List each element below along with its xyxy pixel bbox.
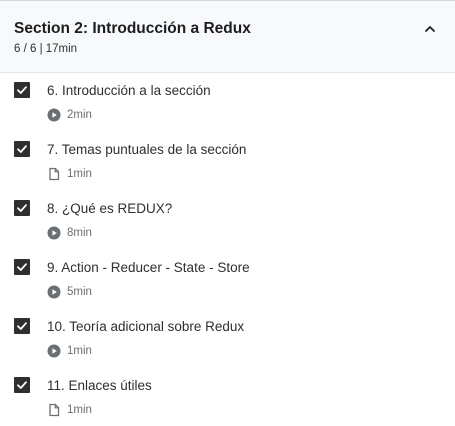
completed-checkbox[interactable] (14, 200, 30, 216)
document-icon (49, 167, 60, 181)
completed-checkbox[interactable] (14, 141, 30, 157)
checkmark-icon (17, 204, 27, 212)
play-circle-icon (47, 226, 61, 240)
section-title: Section 2: Introducción a Redux (14, 20, 251, 37)
lecture-meta: 1min (47, 167, 92, 181)
completed-checkbox[interactable] (14, 259, 30, 275)
lecture-meta: 5min (47, 285, 92, 299)
lecture-meta: 2min (47, 108, 92, 122)
lecture-meta: 8min (47, 226, 92, 240)
lecture-meta: 1min (47, 344, 92, 358)
completed-checkbox[interactable] (14, 82, 30, 98)
checkmark-icon (17, 322, 27, 330)
completed-checkbox[interactable] (14, 377, 30, 393)
lecture-duration: 1min (67, 345, 92, 357)
checkmark-icon (17, 145, 27, 153)
lecture-duration: 1min (67, 404, 92, 416)
lecture-item[interactable]: 9. Action - Reducer - State - Store 5min (0, 250, 455, 309)
lecture-item[interactable]: 11. Enlaces útiles 1min (0, 368, 455, 426)
lecture-item[interactable]: 7. Temas puntuales de la sección 1min (0, 132, 455, 191)
section-header[interactable]: Section 2: Introducción a Redux 6 / 6 | … (0, 0, 455, 73)
checkmark-icon (17, 86, 27, 94)
section-progress: 6 / 6 | 17min (14, 43, 78, 55)
lecture-list: 6. Introducción a la sección 2min 7. Tem… (0, 73, 455, 426)
lecture-duration: 2min (67, 109, 92, 121)
lecture-duration: 1min (67, 168, 92, 180)
lecture-title: 7. Temas puntuales de la sección (47, 142, 247, 157)
lecture-item[interactable]: 8. ¿Qué es REDUX? 8min (0, 191, 455, 250)
play-circle-icon (47, 108, 61, 122)
lecture-title: 11. Enlaces útiles (47, 378, 152, 393)
checkmark-icon (17, 381, 27, 389)
lecture-meta: 1min (47, 403, 92, 417)
chevron-up-icon[interactable] (423, 22, 437, 36)
lecture-title: 9. Action - Reducer - State - Store (47, 260, 250, 275)
lecture-item[interactable]: 6. Introducción a la sección 2min (0, 73, 455, 132)
checkmark-icon (17, 263, 27, 271)
completed-checkbox[interactable] (14, 318, 30, 334)
lecture-duration: 8min (67, 227, 92, 239)
lecture-title: 10. Teoría adicional sobre Redux (47, 319, 245, 334)
lecture-item[interactable]: 10. Teoría adicional sobre Redux 1min (0, 309, 455, 368)
play-circle-icon (47, 344, 61, 358)
lecture-duration: 5min (67, 286, 92, 298)
lecture-title: 6. Introducción a la sección (47, 83, 211, 98)
play-circle-icon (47, 285, 61, 299)
lecture-title: 8. ¿Qué es REDUX? (47, 201, 173, 216)
document-icon (49, 403, 60, 417)
